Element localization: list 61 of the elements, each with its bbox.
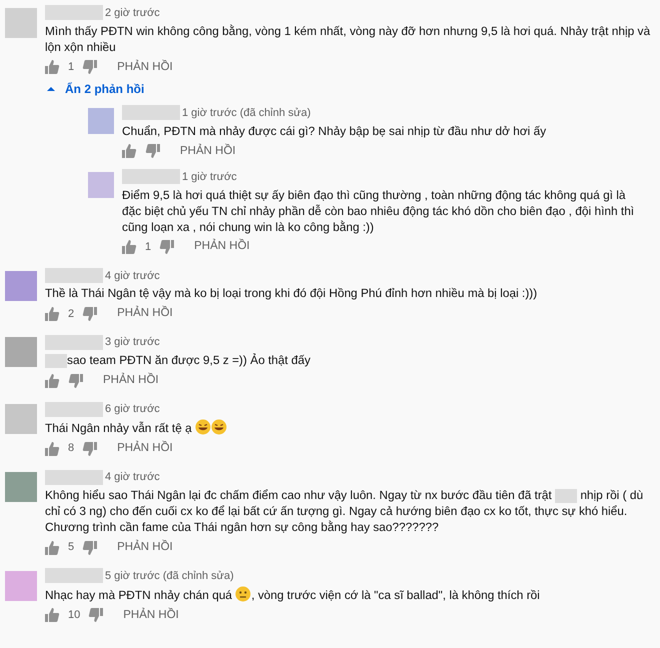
- comment-time: 1 giờ trước: [182, 170, 237, 183]
- dislike-icon[interactable]: [159, 240, 174, 254]
- redacted-name: [45, 5, 103, 20]
- reply-button[interactable]: PHẢN HỒI: [105, 440, 173, 458]
- like-count: 5: [68, 540, 74, 556]
- reply-button[interactable]: PHẢN HỒI: [91, 372, 159, 390]
- dislike-icon[interactable]: [145, 144, 160, 158]
- like-count: 1: [68, 60, 74, 76]
- redacted-name: [45, 268, 103, 283]
- comment-time: 6 giờ trước: [105, 403, 160, 416]
- reply-button[interactable]: PHẢN HỒI: [111, 606, 179, 624]
- redacted-name: [45, 568, 103, 584]
- emoji-icon: [211, 419, 228, 436]
- comment-time: 5 giờ trước (đã chỉnh sửa): [105, 570, 234, 582]
- dislike-icon[interactable]: [68, 374, 83, 388]
- emoji-icon: [235, 586, 252, 602]
- comment-text: Thề là Thái Ngân tệ vậy mà ko bị loại trong khi đó đội Hồng Phú đỉnh hơn nhiều mà bị loại :))): [45, 285, 538, 302]
- reply-button[interactable]: PHẢN HỒI: [105, 538, 173, 556]
- dislike-icon[interactable]: [82, 60, 98, 74]
- reply-button[interactable]: PHẢN HỒI: [105, 58, 173, 76]
- like-icon[interactable]: [45, 60, 60, 74]
- like-icon[interactable]: [45, 374, 60, 388]
- redacted-name: [45, 470, 103, 485]
- dislike-icon[interactable]: [82, 442, 98, 456]
- comment-text: Chuẩn, PĐTN mà nhảy được cái gì? Nhảy bập bẹ sai nhịp từ đầu như dở hơi ấy: [122, 122, 548, 139]
- redaction-block: [555, 488, 578, 503]
- like-icon[interactable]: [45, 306, 60, 321]
- comment-text: Nhạc hay mà PĐTN nhảy chán quá , vòng trước viện cớ là "ca sĩ ballad", là không thích rồi: [45, 586, 541, 603]
- toggle-replies-link[interactable]: Ẩn 2 phản hồi: [47, 80, 144, 98]
- comment-time: 4 giờ trước: [105, 471, 160, 484]
- comment-time: 3 giờ trước: [105, 336, 160, 348]
- comment-text: Mình thấy PĐTN win không công bằng, vòng 1 kém nhất, vòng này đỡ hơn nhưng 9,5 là hơi quá. Nhảy trật nhịp và lộn xộn nhiều: [45, 22, 652, 55]
- like-count: 1: [145, 240, 152, 255]
- caret-icon: [47, 86, 55, 92]
- like-icon[interactable]: [45, 540, 60, 555]
- comment-text: Không hiểu sao Thái Ngân lại đc chấm điểm cao như vậy luôn. Ngay từ nx bước đầu tiên đã trật nhịp rồi ( dù chỉ có 3 ng) cho đến cuối cx ko để lại bất cứ ấn tượng gì. Ngay cả hướng biên đạo cx ko tốt, thực sự khó hiểu. Chương trình cần fame của Thái ngân hơn sự công bằng hay sao???????: [45, 487, 644, 536]
- comment-text: Điểm 9,5 là hơi quá thiệt sự ấy biên đạo thì cũng thường , toàn những động tác không quá gì là đặc biệt chủ yếu TN chỉ nhảy phần dễ còn bao nhiêu động tác khó dồn cho biên đạo , đội hình thì cũng loạn xa , nói chung win là ko công bằng :)): [122, 186, 636, 235]
- like-count: 8: [68, 441, 74, 456]
- comment-text: Thái Ngân nhảy vẫn rất tệ ạ: [45, 419, 654, 436]
- redacted-name: [122, 105, 180, 120]
- dislike-icon[interactable]: [88, 608, 104, 622]
- comment-text: sao team PĐTN ăn được 9,5 z =)) Ảo thật đấy: [45, 352, 654, 368]
- like-icon[interactable]: [45, 608, 60, 622]
- dislike-icon[interactable]: [82, 540, 98, 555]
- redaction-block: [45, 354, 67, 368]
- dislike-icon[interactable]: [82, 306, 98, 321]
- comment-time: 4 giờ trước: [105, 270, 160, 282]
- reply-button[interactable]: PHẢN HỒI: [182, 238, 250, 256]
- emoji-icon: [195, 419, 212, 436]
- like-icon[interactable]: [45, 442, 60, 456]
- redacted-name: [45, 334, 103, 350]
- reply-button[interactable]: PHẢN HỒI: [168, 142, 236, 160]
- like-count: 10: [68, 608, 80, 624]
- like-icon[interactable]: [122, 144, 137, 158]
- redacted-name: [122, 169, 180, 184]
- like-icon[interactable]: [122, 240, 137, 254]
- comment-time: 1 giờ trước (đã chỉnh sửa): [182, 106, 311, 119]
- like-count: 2: [68, 306, 74, 322]
- redacted-name: [45, 402, 103, 417]
- reply-button[interactable]: PHẢN HỒI: [105, 305, 173, 323]
- comment-time: 2 giờ trước: [105, 7, 160, 19]
